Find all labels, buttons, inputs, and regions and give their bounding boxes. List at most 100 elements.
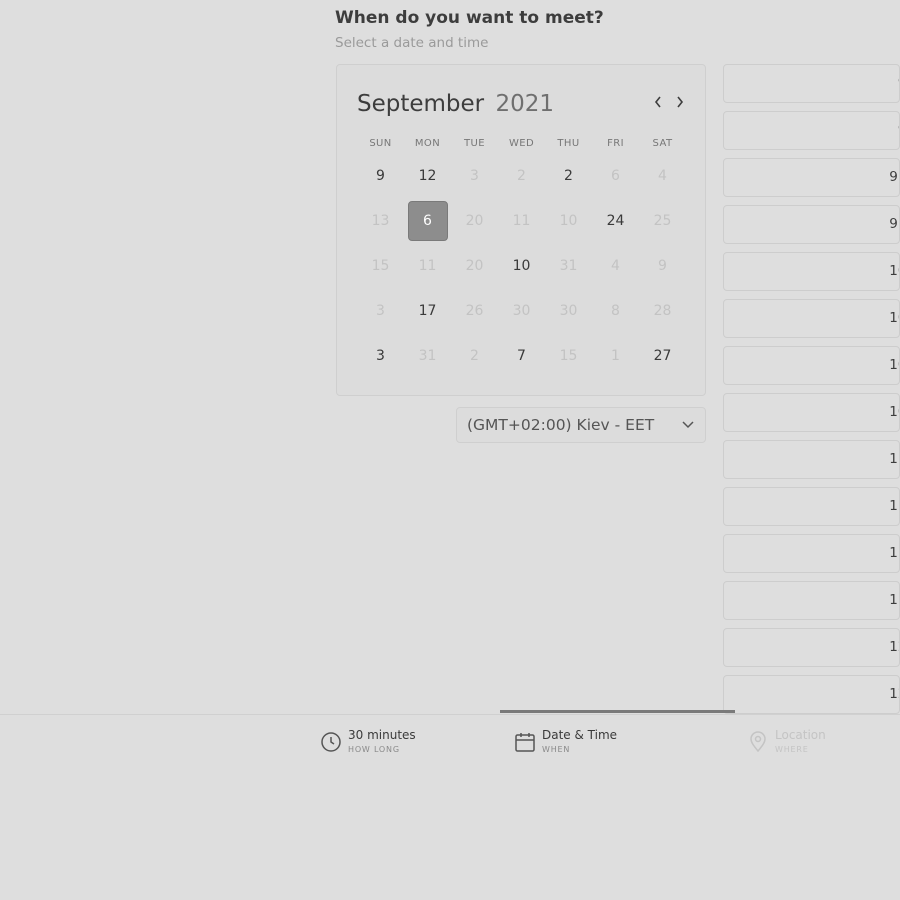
- calendar-day-number: 2: [564, 167, 573, 184]
- time-slot-label: 11:: [889, 498, 899, 514]
- time-slot-button[interactable]: 12:: [723, 675, 900, 714]
- calendar-day-number: 2: [470, 347, 479, 364]
- calendar-day-number: 2: [517, 167, 526, 184]
- calendar-week: 9 12 3 2 2 6 4: [357, 153, 687, 198]
- calendar-day[interactable]: 17: [404, 288, 451, 333]
- calendar-day[interactable]: 9: [357, 153, 404, 198]
- weekday-label: SAT: [652, 138, 673, 149]
- calendar-day: 11: [498, 198, 545, 243]
- calendar-day-number: 15: [559, 347, 578, 364]
- calendar-day-number: 9: [376, 167, 385, 184]
- progress-indicator: [500, 710, 735, 713]
- time-slot-button[interactable]: 11:: [723, 581, 900, 620]
- time-slot-label: 10:: [889, 404, 899, 420]
- calendar-day-number: 3: [470, 167, 479, 184]
- calendar-week: 3 31 2 7 15 1 27: [357, 333, 687, 378]
- calendar-day: 31: [545, 243, 592, 288]
- time-slot-label: 10:: [889, 357, 899, 373]
- calendar-year: 2021: [495, 91, 554, 117]
- calendar-day-selected[interactable]: 6: [404, 198, 451, 243]
- clock-icon: [321, 732, 341, 752]
- calendar-week: 3 17 26 30 30 8 28: [357, 288, 687, 333]
- step-datetime[interactable]: Date & Time WHEN: [513, 728, 617, 754]
- timezone-select[interactable]: (GMT+02:00) Kiev - EET: [456, 407, 706, 443]
- step-datetime-sub: WHEN: [542, 745, 571, 754]
- weekday-label: MON: [414, 138, 441, 149]
- time-slot-button[interactable]: 9:: [723, 64, 900, 103]
- time-slot-button[interactable]: 10:: [723, 252, 900, 291]
- time-slot-label: 11:: [889, 545, 899, 561]
- time-slot-button[interactable]: 10:: [723, 346, 900, 385]
- prev-month-button[interactable]: [653, 91, 663, 115]
- calendar-day-number: 6: [407, 200, 448, 241]
- calendar-icon: [515, 733, 535, 752]
- step-duration-sub: HOW LONG: [348, 745, 400, 754]
- calendar-day-number: 10: [512, 257, 531, 274]
- calendar-day: 10: [545, 198, 592, 243]
- weekday-label: THU: [557, 138, 580, 149]
- calendar-day-number: 28: [653, 302, 672, 319]
- calendar-day-number: 26: [465, 302, 484, 319]
- calendar-day: 31: [404, 333, 451, 378]
- time-slot-button[interactable]: 11:: [723, 534, 900, 573]
- calendar-day: 2: [451, 333, 498, 378]
- calendar-day: 1: [592, 333, 639, 378]
- calendar-day-number: 31: [559, 257, 578, 274]
- time-slot-list: 9: 9: 9:3 9:4 10: 10: 10: 10: 11: 11: 11: 11: 12: 12:: [723, 64, 900, 722]
- weekday-label: WED: [508, 138, 535, 149]
- chevron-down-icon: [682, 421, 694, 429]
- calendar-day: 25: [639, 198, 686, 243]
- calendar-day: 30: [498, 288, 545, 333]
- calendar-day: 3: [451, 153, 498, 198]
- calendar-day-number: 12: [418, 167, 437, 184]
- time-slot-button[interactable]: 9:4: [723, 205, 900, 244]
- page-title: When do you want to meet?: [335, 8, 604, 28]
- calendar-day[interactable]: 10: [498, 243, 545, 288]
- calendar-day-number: 3: [376, 302, 385, 319]
- calendar-day-number: 15: [371, 257, 390, 274]
- calendar-month-year: September 2021: [357, 91, 554, 117]
- calendar-day-number: 11: [418, 257, 437, 274]
- calendar-day: 4: [592, 243, 639, 288]
- time-slot-label: 12:: [889, 639, 899, 655]
- time-slot-label: 9:4: [889, 216, 899, 232]
- weekday-label: TUE: [464, 138, 485, 149]
- calendar: September 2021 SUN MON TUE WED THU FRI SAT 9 12…: [336, 64, 706, 396]
- calendar-day: 11: [404, 243, 451, 288]
- calendar-day-number: 8: [611, 302, 620, 319]
- step-location-title: Location: [775, 728, 826, 742]
- calendar-day-number: 11: [512, 212, 531, 229]
- calendar-day[interactable]: 12: [404, 153, 451, 198]
- next-month-button[interactable]: [675, 91, 685, 115]
- time-slot-button[interactable]: 10:: [723, 299, 900, 338]
- time-slot-button[interactable]: 10:: [723, 393, 900, 432]
- calendar-day-number: 3: [376, 347, 385, 364]
- calendar-day-number: 4: [611, 257, 620, 274]
- time-slot-label: 10:: [889, 310, 899, 326]
- calendar-day[interactable]: 24: [592, 198, 639, 243]
- step-datetime-title: Date & Time: [542, 728, 618, 742]
- calendar-day: 20: [451, 198, 498, 243]
- calendar-day[interactable]: 27: [639, 333, 686, 378]
- calendar-day[interactable]: 2: [545, 153, 592, 198]
- time-slot-button[interactable]: 9:: [723, 111, 900, 150]
- calendar-day-number: 25: [653, 212, 672, 229]
- time-slot-label: 11:: [889, 451, 899, 467]
- calendar-day: 4: [639, 153, 686, 198]
- time-slot-button[interactable]: 9:3: [723, 158, 900, 197]
- calendar-week: 13 6 20 11 10 24 25: [357, 198, 687, 243]
- timezone-label: (GMT+02:00) Kiev - EET: [467, 416, 655, 434]
- time-slot-button[interactable]: 12:: [723, 628, 900, 667]
- time-slot-button[interactable]: 11:: [723, 440, 900, 479]
- step-location[interactable]: Location WHERE: [746, 728, 826, 754]
- calendar-week: 15 11 20 10 31 4 9: [357, 243, 687, 288]
- time-slot-label: 9:3: [889, 169, 899, 185]
- calendar-day: 28: [639, 288, 686, 333]
- calendar-day[interactable]: 7: [498, 333, 545, 378]
- calendar-day-number: 24: [606, 212, 625, 229]
- calendar-day-number: 1: [611, 347, 620, 364]
- time-slot-label: 11:: [889, 592, 899, 608]
- calendar-day[interactable]: 3: [357, 333, 404, 378]
- step-duration[interactable]: 30 minutes HOW LONG: [319, 728, 416, 754]
- time-slot-button[interactable]: 11:: [723, 487, 900, 526]
